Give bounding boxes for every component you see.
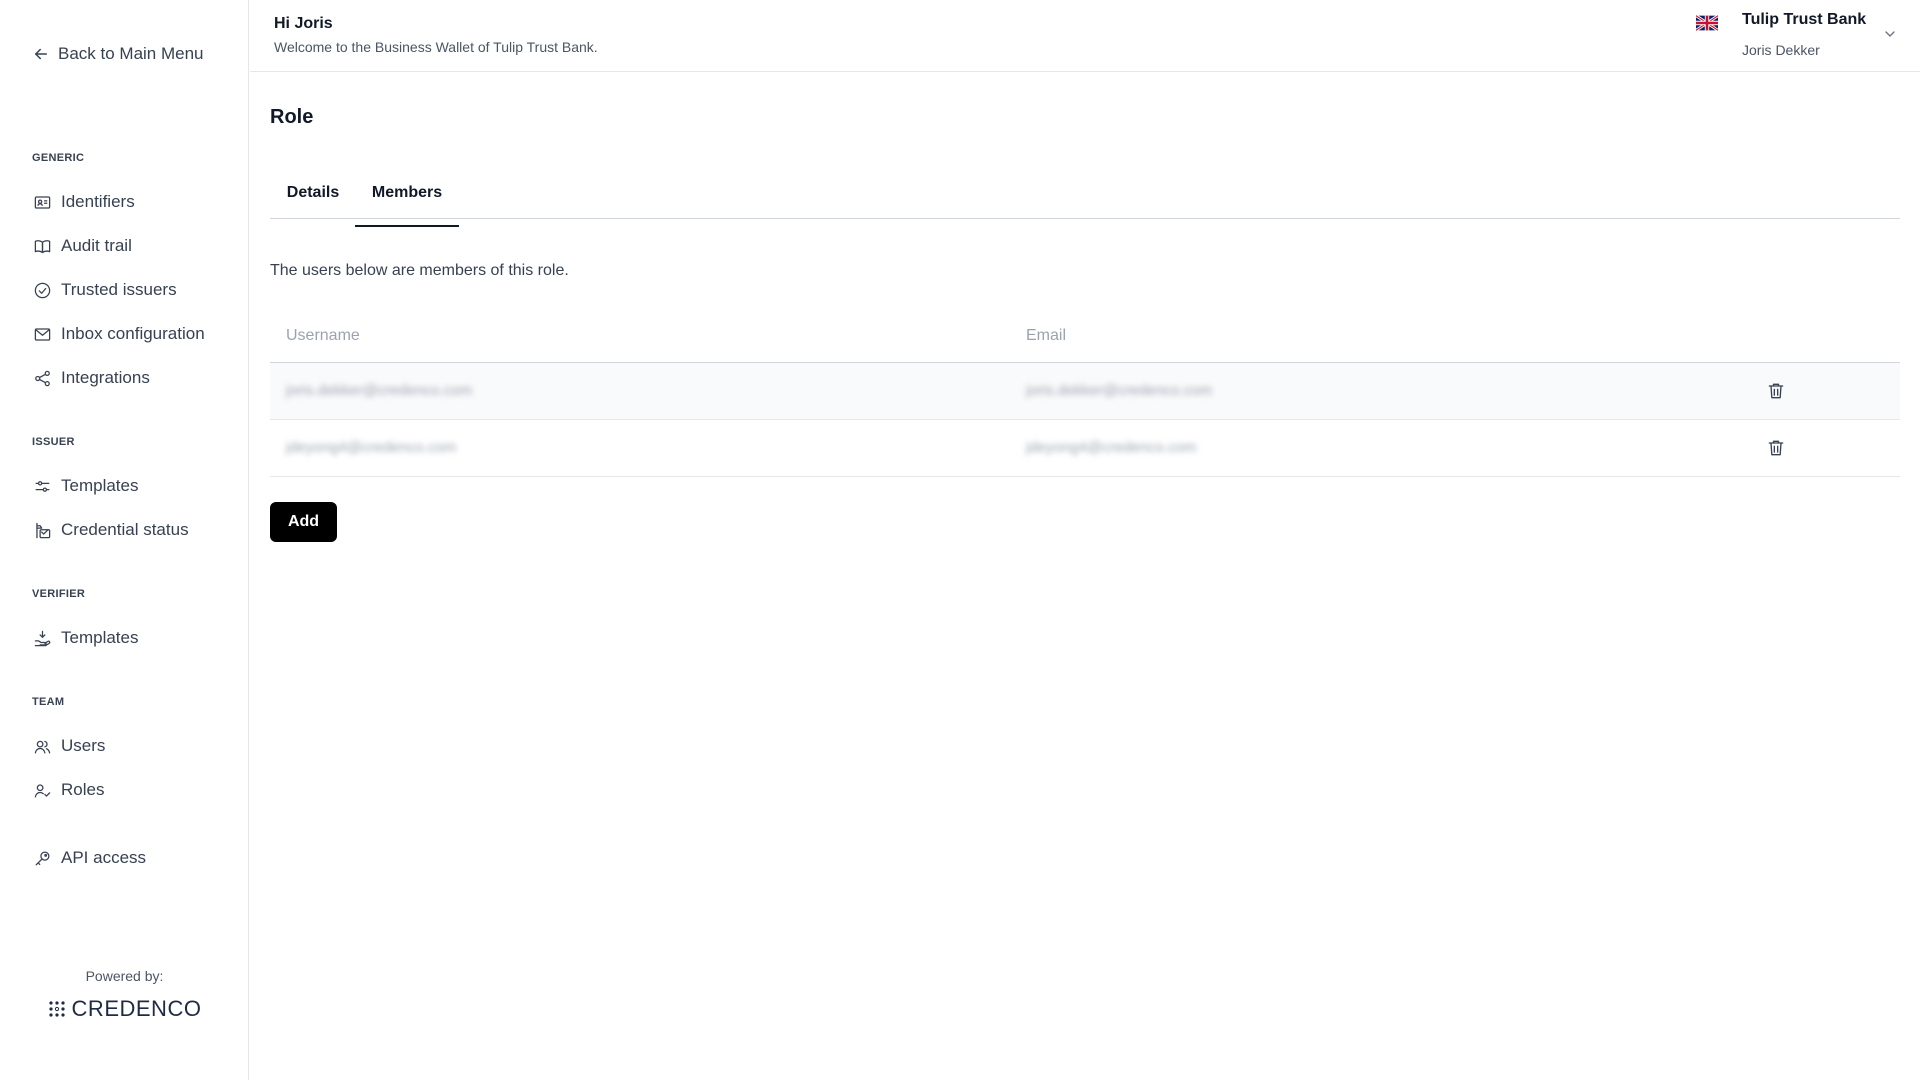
arrow-left-icon [35,48,47,60]
column-header-email: Email [1026,327,1067,344]
user-check-icon [32,780,52,800]
credenco-logo-icon [48,1001,65,1017]
current-user-name[interactable]: Joris Dekker [1742,42,1820,58]
envelope-icon [32,324,52,344]
sidebar-item-credential-status[interactable]: Credential status [32,518,189,542]
table-row: jdeyong4@credenco.com jdeyong4@credenco.… [270,420,1900,477]
sidebar-item-label: API access [61,848,147,867]
check-circle-icon [32,280,52,300]
page-title: Role [270,106,314,128]
tab-details[interactable]: Details [286,184,340,219]
sidebar-item-api-access[interactable]: API access [32,846,146,870]
users-icon [32,736,52,756]
share-nodes-icon [32,368,52,388]
sidebar-item-users[interactable]: Users [32,734,105,758]
members-table: Username Email joris.dekker@credenco.com… [270,315,1900,477]
sidebar-item-label: Trusted issuers [61,280,177,299]
uk-flag-icon[interactable] [1696,15,1718,31]
greeting: Hi Joris [274,15,333,32]
username-cell: joris.dekker@credenco.com [286,382,473,399]
trash-icon[interactable] [1766,438,1786,458]
sidebar-item-label: Audit trail [61,236,132,255]
tab-bar: Details Members [270,176,1900,227]
organization-name[interactable]: Tulip Trust Bank [1742,11,1866,29]
sidebar-item-issuer-templates[interactable]: Templates [32,474,138,498]
section-label-team: TEAM [32,696,65,708]
section-label-issuer: ISSUER [32,436,75,448]
sidebar-item-label: Inbox configuration [61,324,205,343]
hand-receive-icon [32,628,52,648]
book-open-icon [32,236,52,256]
powered-by-label: Powered by: [85,968,164,984]
email-cell: joris.dekker@credenco.com [1026,382,1213,399]
sidebar-item-roles[interactable]: Roles [32,778,104,802]
username-cell: jdeyong4@credenco.com [286,439,457,456]
top-header: Hi Joris Welcome to the Business Wallet … [250,0,1920,72]
section-label-generic: GENERIC [32,152,85,164]
sidebar-item-label: Roles [61,780,105,799]
back-to-main-menu-link[interactable]: Back to Main Menu [32,44,204,64]
credenco-logo-text: CREDENCO [71,996,202,1021]
sliders-icon [32,476,52,496]
table-header: Username Email [270,315,1900,363]
column-header-username: Username [286,327,360,344]
sidebar-item-label: Credential status [61,520,189,539]
email-cell: jdeyong4@credenco.com [1026,439,1197,456]
sidebar-item-label: Identifiers [61,192,135,211]
sidebar-item-label: Templates [61,628,139,647]
id-card-icon [32,192,52,212]
sidebar-item-audit-trail[interactable]: Audit trail [32,234,132,258]
section-label-verifier: VERIFIER [32,588,86,600]
credenco-logo: CREDENCO [0,996,249,1022]
sidebar-item-inbox-configuration[interactable]: Inbox configuration [32,322,205,346]
welcome-message: Welcome to the Business Wallet of Tulip … [274,39,598,55]
sidebar-item-identifiers[interactable]: Identifiers [32,190,135,214]
key-icon [32,848,52,868]
sidebar-item-trusted-issuers[interactable]: Trusted issuers [32,278,177,302]
add-member-button[interactable]: Add [270,502,337,542]
sidebar-item-label: Integrations [61,368,150,387]
chevron-down-icon[interactable] [1882,26,1898,42]
sidebar-item-integrations[interactable]: Integrations [32,366,150,390]
tab-members[interactable]: Members [355,184,459,227]
credential-status-icon [32,520,52,540]
table-row: joris.dekker@credenco.com joris.dekker@c… [270,363,1900,420]
sidebar-item-label: Templates [61,476,139,495]
back-to-main-menu-label: Back to Main Menu [58,44,204,63]
sidebar-item-label: Users [61,736,106,755]
trash-icon[interactable] [1766,381,1786,401]
sidebar: Back to Main Menu GENERIC Identifiers Au… [0,0,249,1080]
members-description: The users below are members of this role… [270,262,569,279]
sidebar-item-verifier-templates[interactable]: Templates [32,626,138,650]
